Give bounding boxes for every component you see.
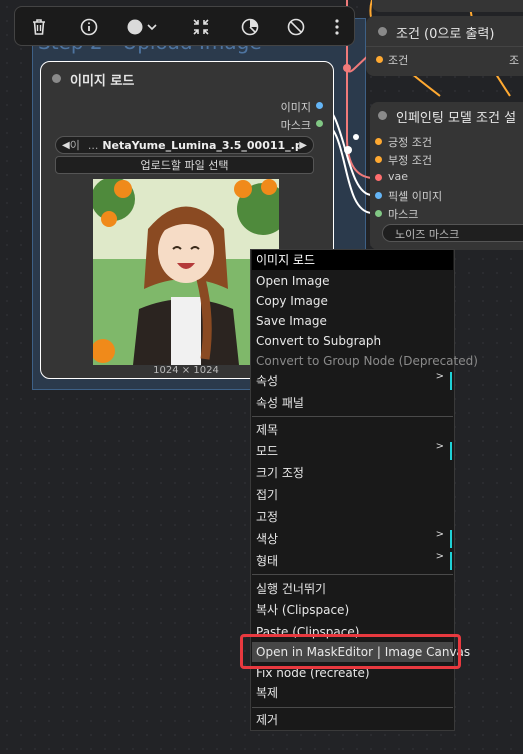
- output-mask-dot[interactable]: [316, 120, 323, 127]
- positive-cond-label: 긍정 조건: [388, 136, 432, 149]
- menu-properties-label: 속성: [256, 374, 279, 388]
- cond-node[interactable]: 조건 (0으로 출력) 조건 조: [366, 16, 523, 76]
- combo-next-icon[interactable]: ▶: [299, 140, 307, 151]
- submenu-indicator: [450, 442, 452, 460]
- menu-convert-group-node: Convert to Group Node (Deprecated): [256, 354, 478, 368]
- noise-mask-toggle[interactable]: 노이즈 마스크: [382, 224, 523, 242]
- bypass-icon[interactable]: [240, 17, 260, 37]
- node-status-dot: [378, 111, 387, 120]
- inpaint-node-title: 인페인팅 모델 조건 설: [396, 111, 517, 126]
- menu-shapes[interactable]: 형태 >: [252, 551, 453, 571]
- trash-icon[interactable]: [29, 17, 49, 37]
- mask-dot[interactable]: [375, 210, 382, 217]
- menu-clone[interactable]: 복제: [252, 683, 453, 703]
- menu-colors-label: 색상: [256, 532, 279, 546]
- menu-copy-image[interactable]: Copy Image: [252, 291, 453, 311]
- cond-output-label: 조: [509, 54, 520, 67]
- node-status-dot: [52, 74, 61, 83]
- output-image-label: 이미지: [280, 101, 311, 114]
- positive-cond-dot[interactable]: [375, 138, 382, 145]
- color-circle-icon[interactable]: [125, 17, 145, 37]
- menu-resize[interactable]: 크기 조정: [252, 463, 453, 483]
- menu-title-edit[interactable]: 제목: [252, 420, 453, 440]
- mask-label: 마스크: [388, 208, 419, 221]
- cond-input-label: 조건: [388, 54, 409, 67]
- submenu-arrow-icon: >: [435, 441, 444, 452]
- cond-node-title: 조건 (0으로 출력): [396, 27, 495, 42]
- selection-toolbar: [14, 6, 355, 46]
- menu-mode[interactable]: 모드 >: [252, 441, 453, 461]
- noise-mask-label: 노이즈 마스크: [395, 228, 460, 241]
- vae-label: vae: [388, 170, 409, 183]
- negative-cond-dot[interactable]: [375, 156, 382, 163]
- menu-remove[interactable]: 제거: [252, 710, 453, 730]
- pixels-dot[interactable]: [375, 192, 382, 199]
- menu-pin[interactable]: 고정: [252, 507, 453, 527]
- output-mask-label: 마스크: [280, 119, 311, 132]
- menu-shapes-label: 형태: [256, 554, 279, 568]
- chevron-down-icon[interactable]: [146, 17, 158, 37]
- combo-value: NetaYume_Lumina_3.5_00011_.png: [102, 139, 300, 152]
- menu-separator: [252, 707, 453, 708]
- menu-save-image[interactable]: Save Image: [252, 311, 453, 331]
- vae-dot[interactable]: [375, 174, 382, 181]
- submenu-arrow-icon: >: [435, 551, 444, 562]
- submenu-arrow-icon: >: [435, 371, 444, 382]
- output-image-dot[interactable]: [316, 102, 323, 109]
- menu-separator: [252, 574, 453, 575]
- menu-mode-label: 모드: [256, 444, 279, 458]
- submenu-indicator: [450, 552, 452, 570]
- menu-properties[interactable]: 속성 >: [252, 371, 453, 391]
- inpaint-node[interactable]: 인페인팅 모델 조건 설 긍정 조건 부정 조건 vae 픽셀 이미지 마스크 …: [370, 102, 523, 250]
- load-node-title: 이미지 로드: [70, 74, 135, 89]
- menu-properties-panel[interactable]: 속성 패널: [252, 393, 453, 413]
- menu-collapse[interactable]: 접기: [252, 485, 453, 505]
- menu-title: 이미지 로드: [252, 250, 453, 270]
- node-status-dot: [378, 27, 387, 36]
- submenu-indicator: [450, 530, 452, 548]
- menu-separator: [252, 416, 453, 417]
- menu-copy-clipspace[interactable]: 복사 (Clipspace): [252, 600, 453, 620]
- negative-cond-label: 부정 조건: [388, 154, 432, 167]
- image-combo[interactable]: ◀ 이... NetaYume_Lumina_3.5_00011_.png ▶: [55, 136, 314, 154]
- submenu-indicator: [450, 372, 452, 390]
- annotation-highlight: [240, 634, 461, 669]
- collapse-icon[interactable]: [191, 17, 211, 37]
- node-fragment: [372, 0, 523, 12]
- menu-bypass[interactable]: 실행 건너뛰기: [252, 579, 453, 599]
- cond-input-dot[interactable]: [376, 56, 383, 63]
- menu-open-image[interactable]: Open Image: [252, 271, 453, 291]
- info-icon[interactable]: [79, 17, 99, 37]
- pixels-label: 픽셀 이미지: [388, 190, 443, 203]
- more-icon[interactable]: [327, 17, 347, 37]
- combo-prev-icon[interactable]: ◀: [62, 140, 70, 151]
- ban-icon[interactable]: [286, 17, 306, 37]
- upload-button[interactable]: 업로드할 파일 선택: [55, 156, 314, 174]
- submenu-arrow-icon: >: [435, 529, 444, 540]
- menu-convert-subgraph[interactable]: Convert to Subgraph: [252, 331, 453, 351]
- combo-label: 이: [69, 139, 80, 152]
- menu-colors[interactable]: 색상 >: [252, 529, 453, 549]
